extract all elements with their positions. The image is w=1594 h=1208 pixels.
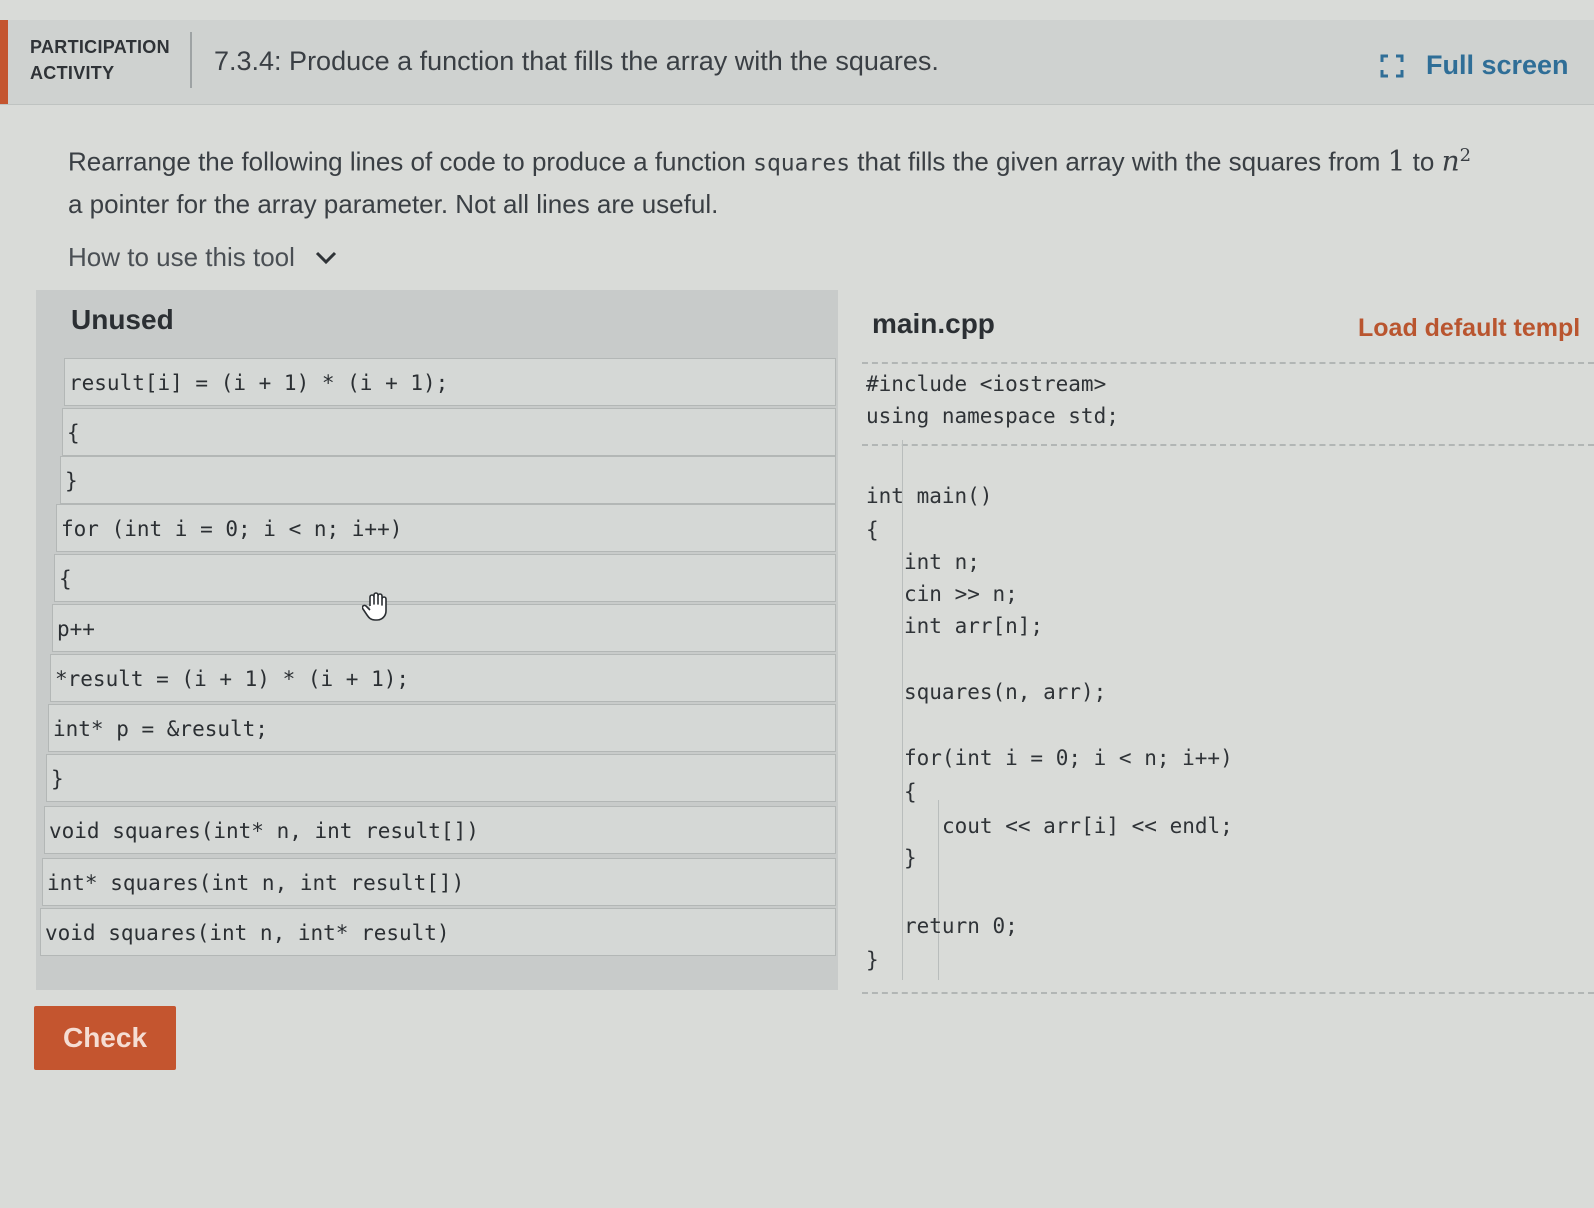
header-divider bbox=[190, 32, 192, 88]
code-line: { bbox=[866, 518, 879, 542]
code-block[interactable]: void squares(int n, int* result) bbox=[40, 908, 836, 956]
editor-divider bbox=[862, 444, 1594, 446]
check-button[interactable]: Check bbox=[34, 1006, 176, 1070]
code-line: int arr[n]; bbox=[904, 614, 1044, 638]
instructions-line-1: Rearrange the following lines of code to… bbox=[68, 136, 1588, 184]
math-exponent: 2 bbox=[1459, 145, 1472, 166]
chevron-down-icon bbox=[315, 251, 336, 264]
instructions-part-1: Rearrange the following lines of code to… bbox=[68, 146, 754, 177]
instructions-part-2: that fills the given array with the squa… bbox=[850, 146, 1388, 177]
function-name-code: squares bbox=[753, 150, 851, 177]
instructions-part-3: to bbox=[1405, 146, 1442, 177]
fullscreen-label: Full screen bbox=[1426, 50, 1569, 80]
how-to-use-toggle[interactable]: How to use this tool bbox=[68, 242, 337, 273]
code-block[interactable]: p++ bbox=[52, 604, 836, 652]
unused-panel: Unused result[i] = (i + 1) * (i + 1); { … bbox=[36, 290, 838, 990]
activity-header: PARTICIPATION ACTIVITY 7.3.4: Produce a … bbox=[0, 20, 1594, 105]
indent-guide bbox=[938, 800, 939, 980]
code-block[interactable]: } bbox=[46, 754, 836, 802]
editor-filename: main.cpp bbox=[872, 308, 995, 339]
code-block[interactable]: } bbox=[60, 456, 836, 504]
math-from: 1 bbox=[1387, 144, 1406, 178]
code-line: using namespace std; bbox=[866, 404, 1119, 428]
accent-bar bbox=[0, 20, 8, 104]
code-block[interactable]: int* p = &result; bbox=[48, 704, 836, 752]
editor-divider bbox=[862, 362, 1594, 364]
activity-title: 7.3.4: Produce a function that fills the… bbox=[214, 46, 939, 76]
code-block[interactable]: void squares(int* n, int result[]) bbox=[44, 806, 836, 854]
code-block[interactable]: { bbox=[62, 408, 836, 456]
code-line: } bbox=[866, 948, 879, 972]
editor-divider bbox=[862, 992, 1594, 994]
code-block[interactable]: for (int i = 0; i < n; i++) bbox=[56, 504, 836, 552]
code-block[interactable]: { bbox=[54, 554, 836, 602]
code-line: cin >> n; bbox=[904, 582, 1018, 606]
indent-guide bbox=[902, 440, 903, 980]
code-line: { bbox=[904, 780, 917, 804]
code-block[interactable]: int* squares(int n, int result[]) bbox=[42, 858, 836, 906]
how-to-use-label: How to use this tool bbox=[68, 242, 295, 272]
code-line: return 0; bbox=[904, 914, 1018, 938]
main-cpp-editor: main.cpp Load default templ #include <io… bbox=[862, 290, 1594, 1000]
code-block[interactable]: result[i] = (i + 1) * (i + 1); bbox=[64, 358, 836, 406]
code-line: int n; bbox=[904, 550, 980, 574]
code-line: } bbox=[904, 846, 917, 870]
code-line: int main() bbox=[866, 484, 993, 508]
load-default-template-link[interactable]: Load default templ bbox=[1358, 314, 1580, 343]
fullscreen-button[interactable]: Full screen bbox=[1380, 50, 1569, 81]
math-to: n bbox=[1441, 144, 1460, 178]
code-block[interactable]: *result = (i + 1) * (i + 1); bbox=[50, 654, 836, 702]
code-line: for(int i = 0; i < n; i++) bbox=[904, 746, 1233, 770]
activity-type-label: PARTICIPATION ACTIVITY bbox=[30, 37, 170, 83]
unused-title: Unused bbox=[71, 304, 174, 335]
code-line: cout << arr[i] << endl; bbox=[942, 814, 1233, 838]
instructions-line-2: a pointer for the array parameter. Not a… bbox=[68, 188, 719, 219]
code-line: #include <iostream> bbox=[866, 372, 1107, 396]
instructions-text: Rearrange the following lines of code to… bbox=[68, 136, 1588, 224]
code-line: squares(n, arr); bbox=[904, 680, 1107, 704]
fullscreen-icon bbox=[1380, 54, 1404, 77]
hand-cursor-icon bbox=[362, 592, 387, 621]
